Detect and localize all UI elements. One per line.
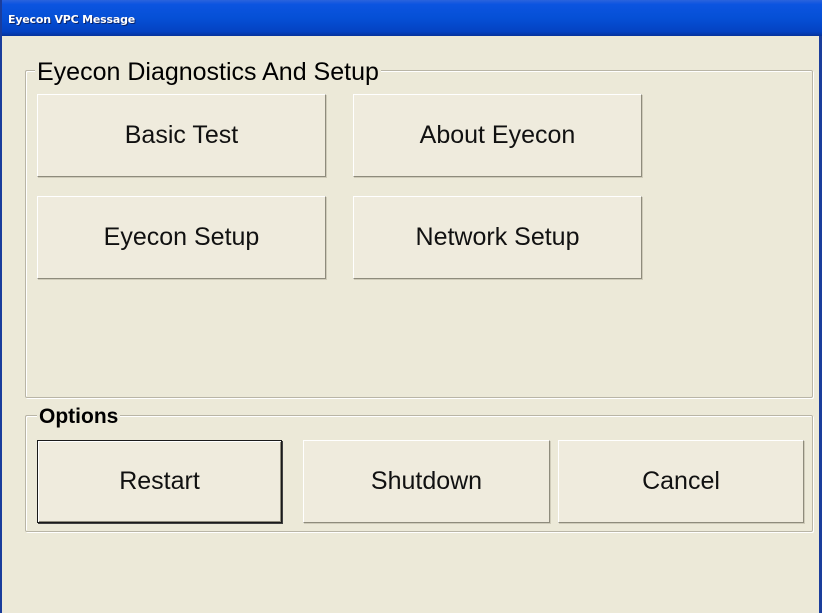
cancel-button[interactable]: Cancel (558, 440, 804, 523)
basic-test-button[interactable]: Basic Test (37, 94, 326, 177)
cancel-button-label: Cancel (642, 467, 720, 495)
diagnostics-group-title: Eyecon Diagnostics And Setup (35, 58, 381, 86)
options-group: Options Restart Shutdown Cancel (25, 404, 813, 532)
restart-button[interactable]: Restart (37, 440, 282, 523)
title-bar[interactable]: Eyecon VPC Message (2, 0, 822, 36)
basic-test-button-label: Basic Test (124, 121, 239, 149)
eyecon-setup-button-label: Eyecon Setup (103, 223, 260, 251)
about-eyecon-button-label: About Eyecon (419, 121, 576, 149)
shutdown-button[interactable]: Shutdown (303, 440, 550, 523)
diagnostics-group: Eyecon Diagnostics And Setup Basic Test … (25, 58, 813, 398)
about-eyecon-button[interactable]: About Eyecon (353, 94, 642, 177)
window-title: Eyecon VPC Message (8, 13, 136, 26)
dialog-window: Eyecon VPC Message Eyecon Diagnostics An… (0, 0, 822, 613)
options-group-title: Options (37, 405, 121, 429)
eyecon-setup-button[interactable]: Eyecon Setup (37, 196, 326, 279)
shutdown-button-label: Shutdown (370, 467, 483, 495)
network-setup-button[interactable]: Network Setup (353, 196, 642, 279)
network-setup-button-label: Network Setup (415, 223, 580, 251)
restart-button-label: Restart (119, 467, 200, 495)
